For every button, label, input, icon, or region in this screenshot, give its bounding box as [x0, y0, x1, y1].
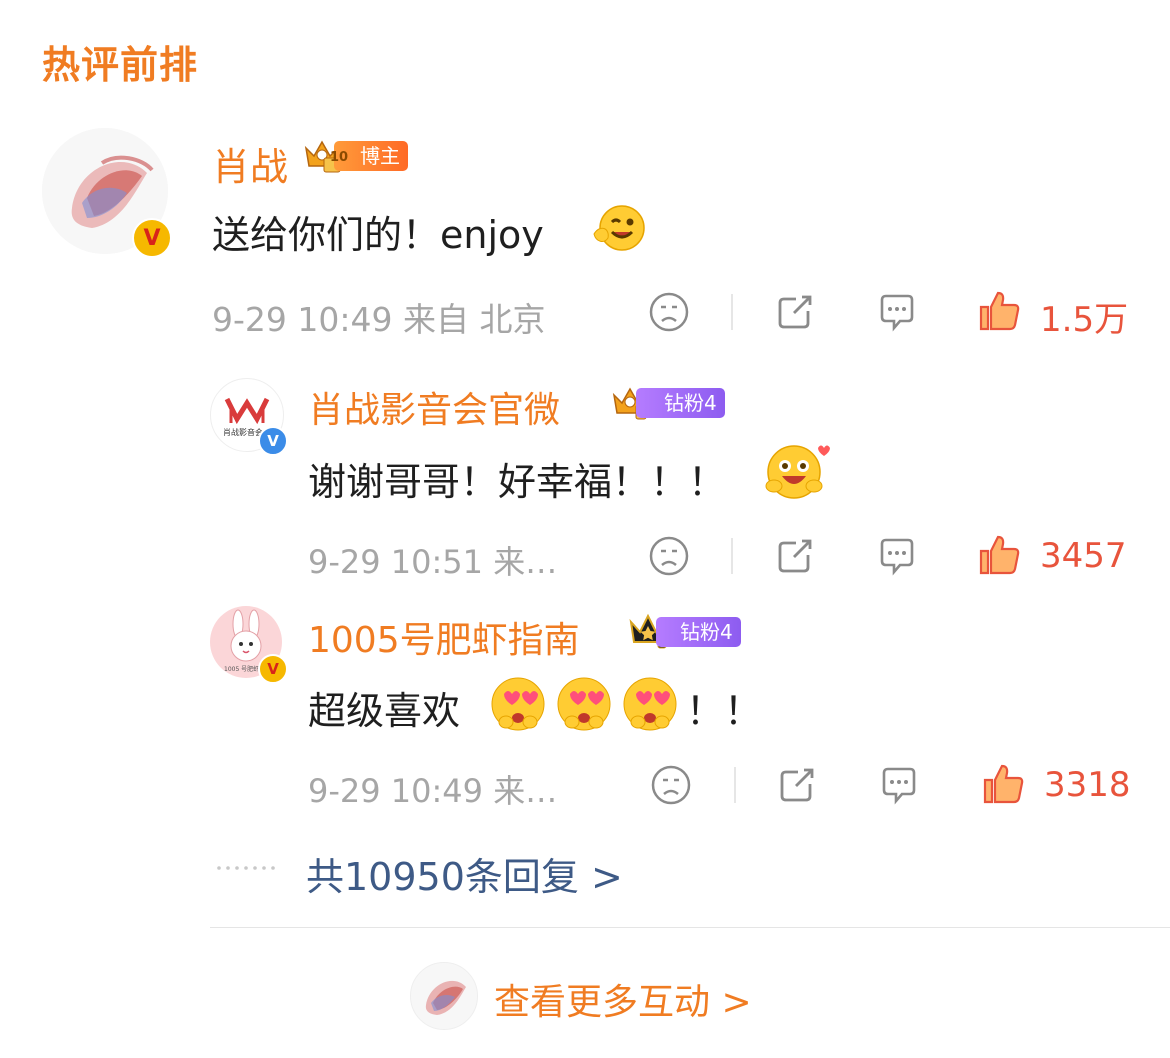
- dislike-face-icon[interactable]: [650, 764, 692, 806]
- heart-eyes-emoji: [557, 677, 611, 731]
- divider: [210, 927, 1170, 928]
- thumb-up-icon[interactable]: [980, 761, 1026, 807]
- comment-meta: 9-29 10:49 来自 北京: [212, 300, 546, 339]
- reply-author[interactable]: 肖战影音会官微: [308, 381, 560, 433]
- crown-level: 10: [330, 150, 349, 165]
- dotted-line-icon: [217, 866, 275, 870]
- view-more-interactions-link[interactable]: 查看更多互动 >: [494, 973, 752, 1025]
- share-icon[interactable]: [776, 764, 818, 806]
- comment-author[interactable]: 肖战: [212, 136, 288, 191]
- verified-badge-icon: V: [132, 218, 172, 258]
- divider: [734, 767, 736, 803]
- like-count: 3457: [1040, 536, 1127, 576]
- share-icon[interactable]: [774, 291, 816, 333]
- badge-label: 博主: [360, 144, 400, 168]
- comment-icon[interactable]: [878, 764, 920, 806]
- wink-emoji: [593, 205, 645, 251]
- reply-meta: 9-29 10:49 来…: [308, 772, 558, 810]
- heart-eyes-emoji-group: [486, 674, 686, 734]
- badge-label: 钻粉4: [680, 620, 733, 644]
- verified-badge-icon: V: [258, 654, 288, 684]
- reply-text-suffix: ！！: [686, 689, 763, 733]
- like-count: 1.5万: [1040, 300, 1129, 340]
- comment-icon[interactable]: [876, 535, 918, 577]
- reply-author[interactable]: 1005号肥虾指南: [308, 611, 580, 663]
- share-icon[interactable]: [774, 535, 816, 577]
- thumb-up-icon[interactable]: [976, 532, 1022, 578]
- dislike-face-icon[interactable]: [648, 291, 690, 333]
- comment-icon[interactable]: [876, 291, 918, 333]
- avatar-label: 肖战影音会: [223, 428, 263, 437]
- section-title: 热评前排: [42, 43, 199, 87]
- divider: [731, 294, 733, 330]
- reply-text: 超级喜欢: [308, 689, 461, 733]
- fan-badge: 钻粉4: [636, 388, 725, 418]
- reply-meta: 9-29 10:51 来…: [308, 543, 558, 581]
- fan-badge: 钻粉4: [656, 617, 741, 647]
- verified-badge-icon: V: [258, 426, 288, 456]
- badge-label: 钻粉4: [664, 391, 717, 415]
- heart-eyes-emoji: [623, 677, 677, 731]
- reply-text: 谢谢哥哥！好幸福！！！: [308, 460, 727, 504]
- dislike-face-icon[interactable]: [648, 535, 690, 577]
- heart-eyes-emoji: [491, 677, 545, 731]
- happy-hug-emoji: [765, 445, 830, 499]
- avatar: [410, 962, 478, 1030]
- view-replies-link[interactable]: 共10950条回复 >: [306, 846, 623, 901]
- like-count: 3318: [1044, 765, 1131, 805]
- divider: [731, 538, 733, 574]
- comment-text: 送给你们的！enjoy: [212, 213, 544, 257]
- thumb-up-icon[interactable]: [976, 288, 1022, 334]
